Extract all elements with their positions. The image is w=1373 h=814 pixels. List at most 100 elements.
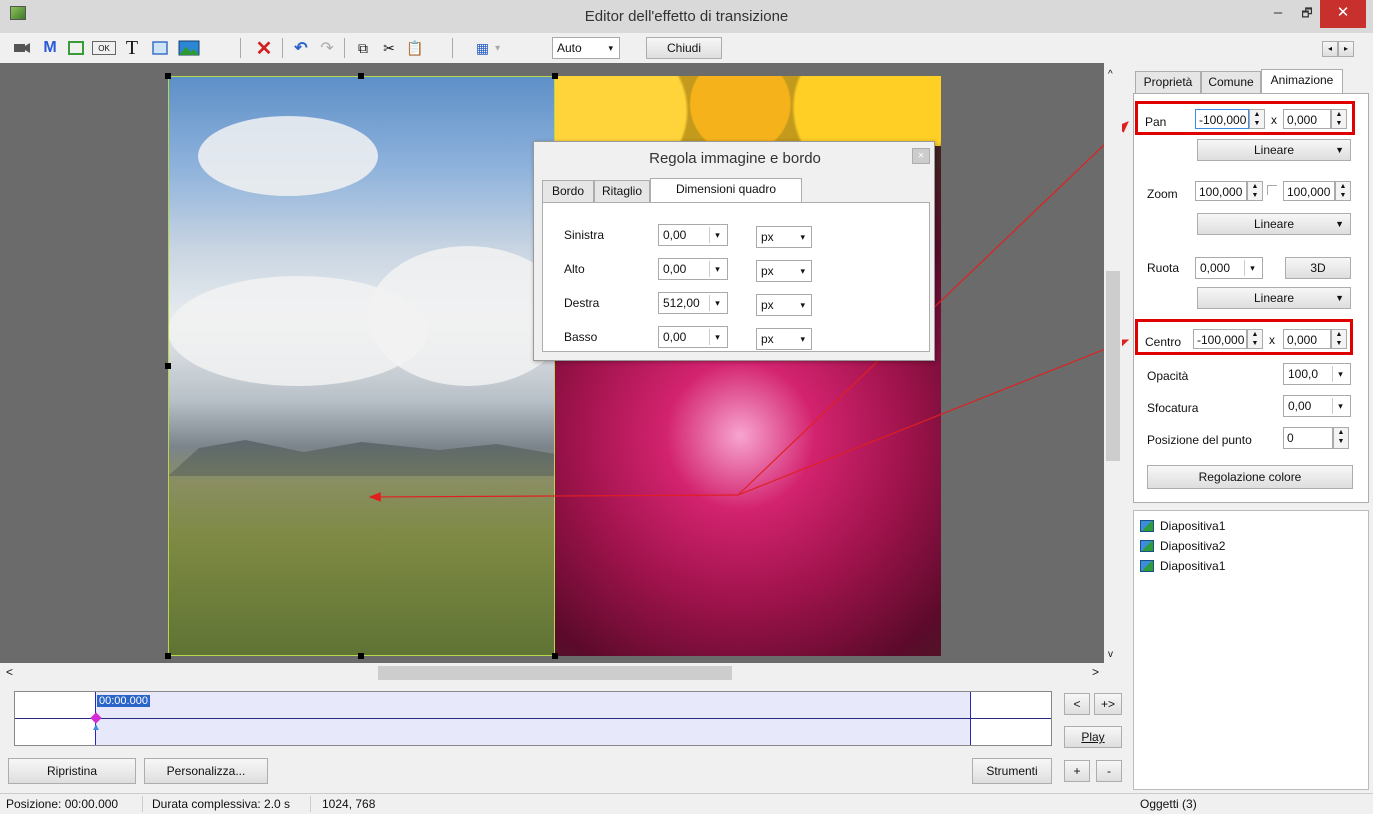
status-separator bbox=[142, 796, 143, 812]
reset-button[interactable]: Ripristina bbox=[8, 758, 136, 784]
tab-ritaglio[interactable]: Ritaglio bbox=[594, 180, 650, 202]
list-item[interactable]: Diapositiva2 bbox=[1140, 539, 1225, 553]
point-position-label: Posizione del punto bbox=[1147, 433, 1252, 447]
zoom-x-stepper[interactable]: ▲ ▼ bbox=[1247, 181, 1263, 201]
tab-animazione[interactable]: Animazione bbox=[1261, 69, 1343, 93]
pan-x-stepper[interactable]: ▲ ▼ bbox=[1249, 109, 1265, 129]
vertical-scrollbar[interactable]: ^ v bbox=[1104, 63, 1122, 675]
timeline-time-label: 00:00.000 bbox=[97, 695, 150, 707]
pan-y-stepper[interactable]: ▲ ▼ bbox=[1331, 109, 1347, 129]
scroll-thumb[interactable] bbox=[378, 666, 732, 680]
list-item[interactable]: Diapositiva1 bbox=[1140, 559, 1225, 573]
play-button[interactable]: Play bbox=[1064, 726, 1122, 748]
basso-unit-select[interactable]: px ▾ bbox=[756, 328, 812, 350]
opacity-label: Opacità bbox=[1147, 369, 1189, 383]
status-bar: Posizione: 00:00.000 Durata complessiva:… bbox=[0, 793, 1373, 814]
pan-x-separator: x bbox=[1271, 113, 1277, 127]
scroll-up-icon[interactable]: ^ bbox=[1108, 69, 1113, 80]
remove-button[interactable]: - bbox=[1096, 760, 1122, 782]
alto-value-select[interactable]: 0,00 ▾ bbox=[658, 258, 728, 280]
zoom-y-stepper[interactable]: ▲ ▼ bbox=[1335, 181, 1351, 201]
rotate-interpolation-select[interactable]: Lineare ▼ bbox=[1197, 287, 1351, 309]
dialog-title: Regola immagine e bordo bbox=[649, 150, 821, 167]
chevron-down-icon: ▼ bbox=[1335, 219, 1344, 229]
zoom-link-checkbox[interactable] bbox=[1267, 185, 1277, 195]
tab-bordo[interactable]: Bordo bbox=[542, 180, 594, 202]
color-adjust-button[interactable]: Regolazione colore bbox=[1147, 465, 1353, 489]
prev-button[interactable]: < bbox=[1064, 693, 1090, 715]
dialog-close-icon[interactable]: ✕ bbox=[912, 148, 930, 164]
chevron-down-icon: ▾ bbox=[1332, 366, 1348, 382]
rotate-select[interactable]: 0,000 ▾ bbox=[1195, 257, 1263, 279]
zoom-label: Zoom bbox=[1147, 187, 1178, 201]
chevron-down-icon: ▾ bbox=[709, 261, 725, 277]
center-y-input[interactable]: 0,000 bbox=[1283, 329, 1331, 349]
point-position-stepper[interactable]: ▲ ▼ bbox=[1333, 427, 1349, 449]
scroll-thumb[interactable] bbox=[1106, 271, 1120, 461]
blur-select[interactable]: 0,00 ▾ bbox=[1283, 395, 1351, 417]
center-y-stepper[interactable]: ▲ ▼ bbox=[1331, 329, 1347, 349]
zoom-interpolation-select[interactable]: Lineare ▼ bbox=[1197, 213, 1351, 235]
destra-unit-select[interactable]: px ▾ bbox=[756, 294, 812, 316]
playhead-marker[interactable]: ▲ bbox=[91, 722, 101, 733]
scroll-right-icon[interactable]: > bbox=[1092, 665, 1099, 679]
arrow-line bbox=[368, 492, 739, 502]
field-label: Sinistra bbox=[564, 228, 605, 242]
slide-image-icon bbox=[1140, 560, 1154, 572]
tab-proprieta[interactable]: Proprietà bbox=[1135, 71, 1201, 93]
object-list: Diapositiva1 Diapositiva2 Diapositiva1 bbox=[1133, 510, 1369, 790]
scroll-down-icon[interactable]: v bbox=[1108, 649, 1113, 660]
chevron-down-icon: ▾ bbox=[709, 227, 725, 243]
sinistra-value-select[interactable]: 0,00 ▾ bbox=[658, 224, 728, 246]
chevron-down-icon: ▾ bbox=[800, 232, 805, 242]
field-label: Destra bbox=[564, 296, 600, 310]
properties-panel: Proprietà Comune Animazione Pan -100,000… bbox=[1133, 63, 1369, 503]
basso-value-select[interactable]: 0,00 ▾ bbox=[658, 326, 728, 348]
field-label: Basso bbox=[564, 330, 598, 344]
blur-label: Sfocatura bbox=[1147, 401, 1199, 415]
list-item[interactable]: Diapositiva1 bbox=[1140, 519, 1225, 533]
chevron-down-icon: ▾ bbox=[1244, 260, 1260, 276]
destra-value-select[interactable]: 512,00 ▾ bbox=[658, 292, 728, 314]
alto-unit-select[interactable]: px ▾ bbox=[756, 260, 812, 282]
status-position: Posizione: 00:00.000 bbox=[6, 797, 119, 811]
pan-x-input[interactable]: -100,000 bbox=[1195, 109, 1249, 129]
expand-button[interactable]: +> bbox=[1094, 693, 1122, 715]
slide-image-icon bbox=[1140, 520, 1154, 532]
list-item-label: Diapositiva1 bbox=[1160, 519, 1226, 533]
zoom-x-input[interactable]: 100,000 bbox=[1195, 181, 1247, 201]
timeline[interactable]: 00:00.000 ▲ bbox=[14, 691, 1052, 746]
status-separator bbox=[310, 796, 311, 812]
center-x-separator: x bbox=[1269, 333, 1275, 347]
chevron-down-icon: ▾ bbox=[709, 295, 725, 311]
center-x-input[interactable]: -100,000 bbox=[1193, 329, 1247, 349]
tab-comune[interactable]: Comune bbox=[1201, 71, 1261, 93]
chevron-down-icon: ▼ bbox=[1335, 145, 1344, 155]
tab-dimensioni-quadro[interactable]: Dimensioni quadro bbox=[650, 178, 802, 202]
scroll-left-icon[interactable]: < bbox=[6, 665, 13, 679]
chevron-down-icon: ▾ bbox=[800, 300, 805, 310]
horizontal-scrollbar[interactable]: < > bbox=[0, 663, 1104, 683]
status-duration: Durata complessiva: 2.0 s bbox=[152, 797, 291, 811]
pan-y-input[interactable]: 0,000 bbox=[1283, 109, 1331, 129]
tools-button[interactable]: Strumenti bbox=[972, 758, 1052, 784]
chevron-down-icon: ▾ bbox=[1332, 398, 1348, 414]
timeline-divider bbox=[15, 718, 1051, 719]
list-item-label: Diapositiva1 bbox=[1160, 559, 1226, 573]
customize-button[interactable]: Personalizza... bbox=[144, 758, 268, 784]
status-resolution: 1024, 768 bbox=[322, 797, 376, 811]
status-objects: Oggetti (3) bbox=[1140, 797, 1197, 811]
zoom-y-input[interactable]: 100,000 bbox=[1283, 181, 1335, 201]
point-position-input[interactable]: 0 bbox=[1283, 427, 1333, 449]
list-item-label: Diapositiva2 bbox=[1160, 539, 1226, 553]
adjust-image-dialog: Regola immagine e bordo ✕ Bordo Ritaglio… bbox=[533, 141, 935, 361]
opacity-select[interactable]: 100,0 ▾ bbox=[1283, 363, 1351, 385]
chevron-down-icon: ▾ bbox=[800, 266, 805, 276]
center-label: Centro bbox=[1145, 335, 1182, 349]
add-button[interactable]: + bbox=[1064, 760, 1090, 782]
sinistra-unit-select[interactable]: px ▾ bbox=[756, 226, 812, 248]
3d-button[interactable]: 3D bbox=[1285, 257, 1351, 279]
center-x-stepper[interactable]: ▲ ▼ bbox=[1247, 329, 1263, 349]
pan-interpolation-select[interactable]: Lineare ▼ bbox=[1197, 139, 1351, 161]
pan-label: Pan bbox=[1145, 115, 1167, 129]
